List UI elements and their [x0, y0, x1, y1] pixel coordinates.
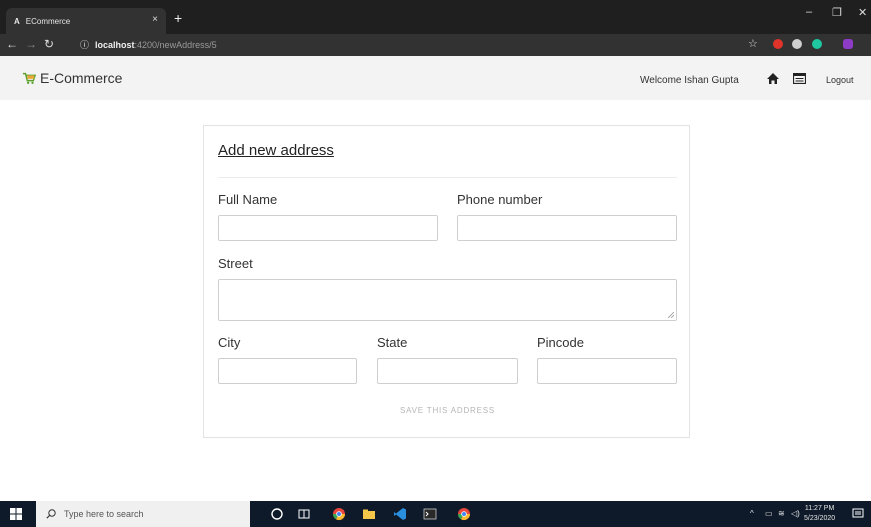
url-field[interactable]: ⓘ localhost:4200/newAddress/5 [80, 38, 217, 51]
welcome-text: Welcome Ishan Gupta [640, 75, 739, 86]
windows-start-icon[interactable] [10, 508, 22, 520]
tab-favicon-icon: A [14, 16, 20, 26]
terminal-icon[interactable] [423, 507, 437, 521]
extension-gray-icon[interactable] [792, 39, 802, 49]
save-address-button[interactable]: SAVE THIS ADDRESS [204, 406, 691, 415]
cortana-icon[interactable] [270, 507, 284, 521]
chrome-icon[interactable] [332, 507, 346, 521]
city-input[interactable] [218, 358, 357, 384]
info-icon[interactable]: ⓘ [80, 40, 89, 50]
home-icon[interactable] [766, 72, 780, 85]
street-label: Street [218, 256, 253, 271]
volume-icon[interactable]: ◁) [791, 509, 800, 518]
extension-green-icon[interactable] [812, 39, 822, 49]
bookmark-star-icon[interactable]: ☆ [748, 37, 758, 50]
battery-icon[interactable]: ▭ [765, 509, 773, 518]
reload-icon[interactable]: ↻ [44, 37, 54, 51]
brand[interactable]: E-Commerce [22, 70, 122, 86]
tray-chevron-icon[interactable]: ^ [750, 509, 754, 518]
logout-link[interactable]: Logout [826, 75, 854, 85]
resize-grip-icon[interactable] [668, 312, 674, 318]
extension-red-icon[interactable] [773, 39, 783, 49]
close-window-button[interactable]: ✕ [858, 6, 867, 19]
tab-close-icon[interactable]: × [152, 14, 158, 25]
vscode-icon[interactable] [393, 507, 407, 521]
browser-tab[interactable]: A ECommerce × [6, 8, 166, 34]
taskbar-search-placeholder: Type here to search [64, 509, 144, 519]
new-tab-button[interactable]: + [174, 10, 182, 26]
street-textarea[interactable] [218, 279, 677, 321]
taskbar-clock[interactable]: 11:27 PM 5/23/2020 [804, 504, 835, 524]
search-icon [46, 509, 56, 519]
maximize-button[interactable]: ❐ [832, 6, 842, 19]
state-input[interactable] [377, 358, 518, 384]
full-name-label: Full Name [218, 192, 278, 207]
minimize-button[interactable]: – [806, 6, 812, 18]
taskbar: Type here to search ^ ▭ ≋ ◁) 11:27 PM 5/… [0, 501, 871, 527]
task-view-icon[interactable] [297, 507, 311, 521]
wifi-icon[interactable]: ≋ [778, 509, 785, 518]
cart-icon [22, 72, 36, 84]
tab-title: ECommerce [25, 16, 71, 26]
file-explorer-icon[interactable] [362, 507, 376, 521]
url-host: localhost [95, 40, 135, 50]
back-icon[interactable]: ← [6, 37, 18, 51]
profile-avatar[interactable] [843, 39, 853, 49]
chrome-active-icon[interactable] [457, 507, 471, 521]
phone-input[interactable] [457, 215, 677, 241]
taskbar-search-box[interactable]: Type here to search [36, 501, 250, 527]
taskbar-date: 5/23/2020 [804, 515, 836, 522]
address-bar: ← → ↻ ⓘ localhost:4200/newAddress/5 ☆ [0, 34, 871, 56]
address-form-card: Add new address Full Name Phone number S… [203, 125, 690, 438]
notifications-icon[interactable] [851, 507, 865, 521]
brand-name: E-Commerce [40, 70, 123, 86]
city-label: City [218, 335, 241, 350]
url-path: :4200/newAddress/5 [134, 40, 217, 50]
state-label: State [377, 335, 408, 350]
orders-icon[interactable] [793, 73, 806, 84]
taskbar-time: 11:27 PM [804, 505, 835, 512]
full-name-input[interactable] [218, 215, 438, 241]
pincode-input[interactable] [537, 358, 677, 384]
browser-titlebar: A ECommerce × + – ❐ ✕ [0, 0, 871, 34]
phone-label: Phone number [457, 192, 543, 207]
pincode-label: Pincode [537, 335, 584, 350]
form-title: Add new address [218, 142, 334, 159]
title-divider [218, 177, 677, 178]
forward-icon[interactable]: → [25, 37, 37, 51]
app-header: E-Commerce Welcome Ishan Gupta Logout [0, 56, 871, 100]
